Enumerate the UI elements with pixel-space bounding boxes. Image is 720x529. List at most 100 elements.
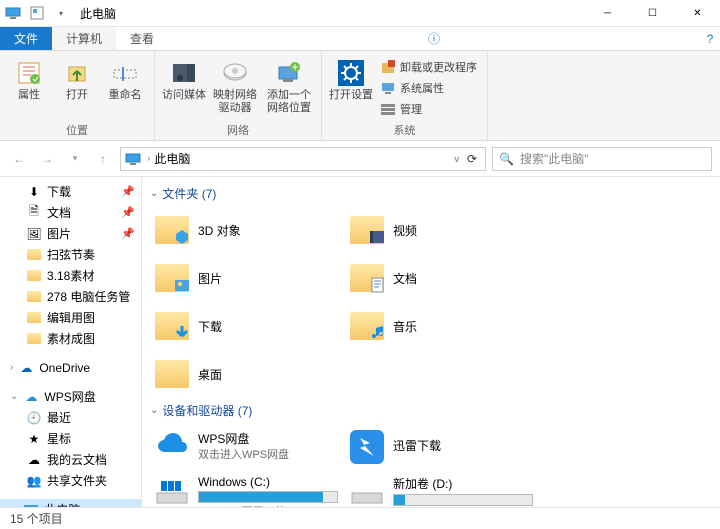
onedrive-icon: ☁ <box>18 360 34 376</box>
nav-mydocs[interactable]: ☁我的云文档 <box>0 449 141 470</box>
help-icon[interactable]: ? <box>700 27 720 50</box>
folder-icon <box>155 312 189 340</box>
drive-xunlei[interactable]: 迅雷下载 <box>345 423 540 471</box>
folder-icon <box>155 360 189 388</box>
nav-recent[interactable]: 🕘最近 <box>0 407 141 428</box>
sysprops-icon <box>380 80 396 96</box>
nav-wps[interactable]: ⌄☁WPS网盘 <box>0 386 141 407</box>
search-input[interactable]: 🔍 搜索"此电脑" <box>492 147 712 171</box>
nav-forward-button[interactable]: → <box>36 148 58 170</box>
title-bar: ▾ 此电脑 ─ ☐ ✕ <box>0 0 720 27</box>
nav-back-button[interactable]: ← <box>8 148 30 170</box>
properties-button[interactable]: 属性 <box>6 55 52 122</box>
tab-file[interactable]: 文件 <box>0 27 52 50</box>
navigation-pane[interactable]: ⬇下载📌 🗎文档📌 🖼图片📌 扫弦节奏 3.18素材 278 电脑任务管 编辑用… <box>0 177 142 507</box>
qat-props-icon[interactable] <box>26 2 48 24</box>
qat-pc-icon[interactable] <box>2 2 24 24</box>
open-button[interactable]: 打开 <box>54 55 100 122</box>
wps-icon: ☁ <box>23 389 39 405</box>
nav-folder-0[interactable]: 扫弦节奏 <box>0 244 141 265</box>
folder-icon <box>27 312 41 323</box>
group-label-location: 位置 <box>6 122 148 140</box>
window-title: 此电脑 <box>80 5 116 22</box>
folder-icon <box>27 333 41 344</box>
folder-documents[interactable]: 文档 <box>345 254 540 302</box>
pictures-icon: 🖼 <box>26 226 42 242</box>
documents-icon: 🗎 <box>26 205 42 221</box>
folder-icon <box>27 291 41 302</box>
ribbon-group-network: 访问媒体 映射网络驱动器 添加一个网络位置 网络 <box>155 51 322 140</box>
nav-star[interactable]: ★星标 <box>0 428 141 449</box>
folder-icon <box>155 216 189 244</box>
drive-d-bar <box>393 494 533 506</box>
folder-icon <box>350 216 384 244</box>
status-bar: 15 个项目 <box>0 507 720 529</box>
nav-documents[interactable]: 🗎文档📌 <box>0 202 141 223</box>
main-body: ⬇下载📌 🗎文档📌 🖼图片📌 扫弦节奏 3.18素材 278 电脑任务管 编辑用… <box>0 177 720 507</box>
open-settings-button[interactable]: 打开设置 <box>328 55 374 122</box>
add-location-button[interactable]: 添加一个网络位置 <box>263 55 315 122</box>
map-drive-label: 映射网络驱动器 <box>209 89 261 115</box>
folder-3d-objects[interactable]: 3D 对象 <box>150 206 345 254</box>
map-drive-icon <box>219 57 251 89</box>
media-icon <box>168 57 200 89</box>
drives-grid: WPS网盘双击进入WPS网盘 迅雷下载 Windows (C:) 17.8 GB… <box>150 423 720 507</box>
recent-icon: 🕘 <box>26 410 42 426</box>
folder-downloads[interactable]: 下载 <box>150 302 345 350</box>
ribbon-group-system: 打开设置 卸载或更改程序 系统属性 管理 系统 <box>322 51 488 140</box>
uninstall-button[interactable]: 卸载或更改程序 <box>376 57 481 77</box>
folder-desktop[interactable]: 桌面 <box>150 350 345 398</box>
pin-icon: 📌 <box>121 185 135 198</box>
folder-videos[interactable]: 视频 <box>345 206 540 254</box>
open-label: 打开 <box>66 89 88 102</box>
tab-view[interactable]: 查看 <box>116 27 168 50</box>
uninstall-label: 卸载或更改程序 <box>400 59 477 75</box>
drive-wps[interactable]: WPS网盘双击进入WPS网盘 <box>150 423 345 471</box>
map-drive-button[interactable]: 映射网络驱动器 <box>209 55 261 122</box>
folder-icon <box>27 249 41 260</box>
nav-pictures[interactable]: 🖼图片📌 <box>0 223 141 244</box>
nav-history-dropdown[interactable]: ▾ <box>64 148 86 170</box>
address-text: 此电脑 <box>154 150 190 167</box>
media-label: 访问媒体 <box>162 89 206 102</box>
manage-button[interactable]: 管理 <box>376 99 481 119</box>
properties-label: 属性 <box>18 89 40 102</box>
rename-label: 重命名 <box>109 89 142 102</box>
nav-onedrive[interactable]: ›☁OneDrive <box>0 357 141 378</box>
drive-c[interactable]: Windows (C:) 17.8 GB 可用，共 178 GB <box>150 471 345 507</box>
close-button[interactable]: ✕ <box>675 0 720 27</box>
item-count: 15 个项目 <box>10 510 63 527</box>
nav-folder-1[interactable]: 3.18素材 <box>0 265 141 286</box>
tab-computer[interactable]: 计算机 <box>52 27 116 50</box>
access-media-button[interactable]: 访问媒体 <box>161 55 207 122</box>
address-input[interactable]: › 此电脑 v ⟳ <box>120 147 486 171</box>
address-dropdown-icon[interactable]: v <box>450 154 463 164</box>
open-icon <box>61 57 93 89</box>
nav-folder-2[interactable]: 278 电脑任务管 <box>0 286 141 307</box>
nav-folder-3[interactable]: 编辑用图 <box>0 307 141 328</box>
refresh-button[interactable]: ⟳ <box>463 152 481 166</box>
window-controls: ─ ☐ ✕ <box>585 0 720 27</box>
minimize-button[interactable]: ─ <box>585 0 630 27</box>
nav-up-button[interactable]: ↑ <box>92 148 114 170</box>
quick-access-toolbar: ▾ <box>2 2 72 24</box>
section-drives[interactable]: ⌄设备和驱动器 (7) <box>150 398 720 423</box>
nav-downloads[interactable]: ⬇下载📌 <box>0 181 141 202</box>
settings-label: 打开设置 <box>329 89 373 102</box>
content-pane[interactable]: ⌄文件夹 (7) 3D 对象 视频 图片 文档 下载 音乐 桌面 ⌄设备和驱动器… <box>142 177 720 507</box>
ribbon-collapse-icon[interactable]: ⓘ <box>421 27 447 50</box>
drive-d[interactable]: 新加卷 (D:) 47.3 GB 可用，共 50.9 GB <box>345 471 540 507</box>
folder-pictures[interactable]: 图片 <box>150 254 345 302</box>
wps-cloud-icon <box>154 429 190 465</box>
folder-music[interactable]: 音乐 <box>345 302 540 350</box>
system-properties-button[interactable]: 系统属性 <box>376 78 481 98</box>
add-location-icon <box>273 57 305 89</box>
breadcrumb-chevron-icon[interactable]: › <box>147 153 150 164</box>
nav-this-pc[interactable]: ⌄此电脑 <box>0 499 141 507</box>
qat-dropdown-icon[interactable]: ▾ <box>50 2 72 24</box>
rename-button[interactable]: 重命名 <box>102 55 148 122</box>
nav-folder-4[interactable]: 素材成图 <box>0 328 141 349</box>
nav-shared[interactable]: 👥共享文件夹 <box>0 470 141 491</box>
maximize-button[interactable]: ☐ <box>630 0 675 27</box>
section-folders[interactable]: ⌄文件夹 (7) <box>150 181 720 206</box>
